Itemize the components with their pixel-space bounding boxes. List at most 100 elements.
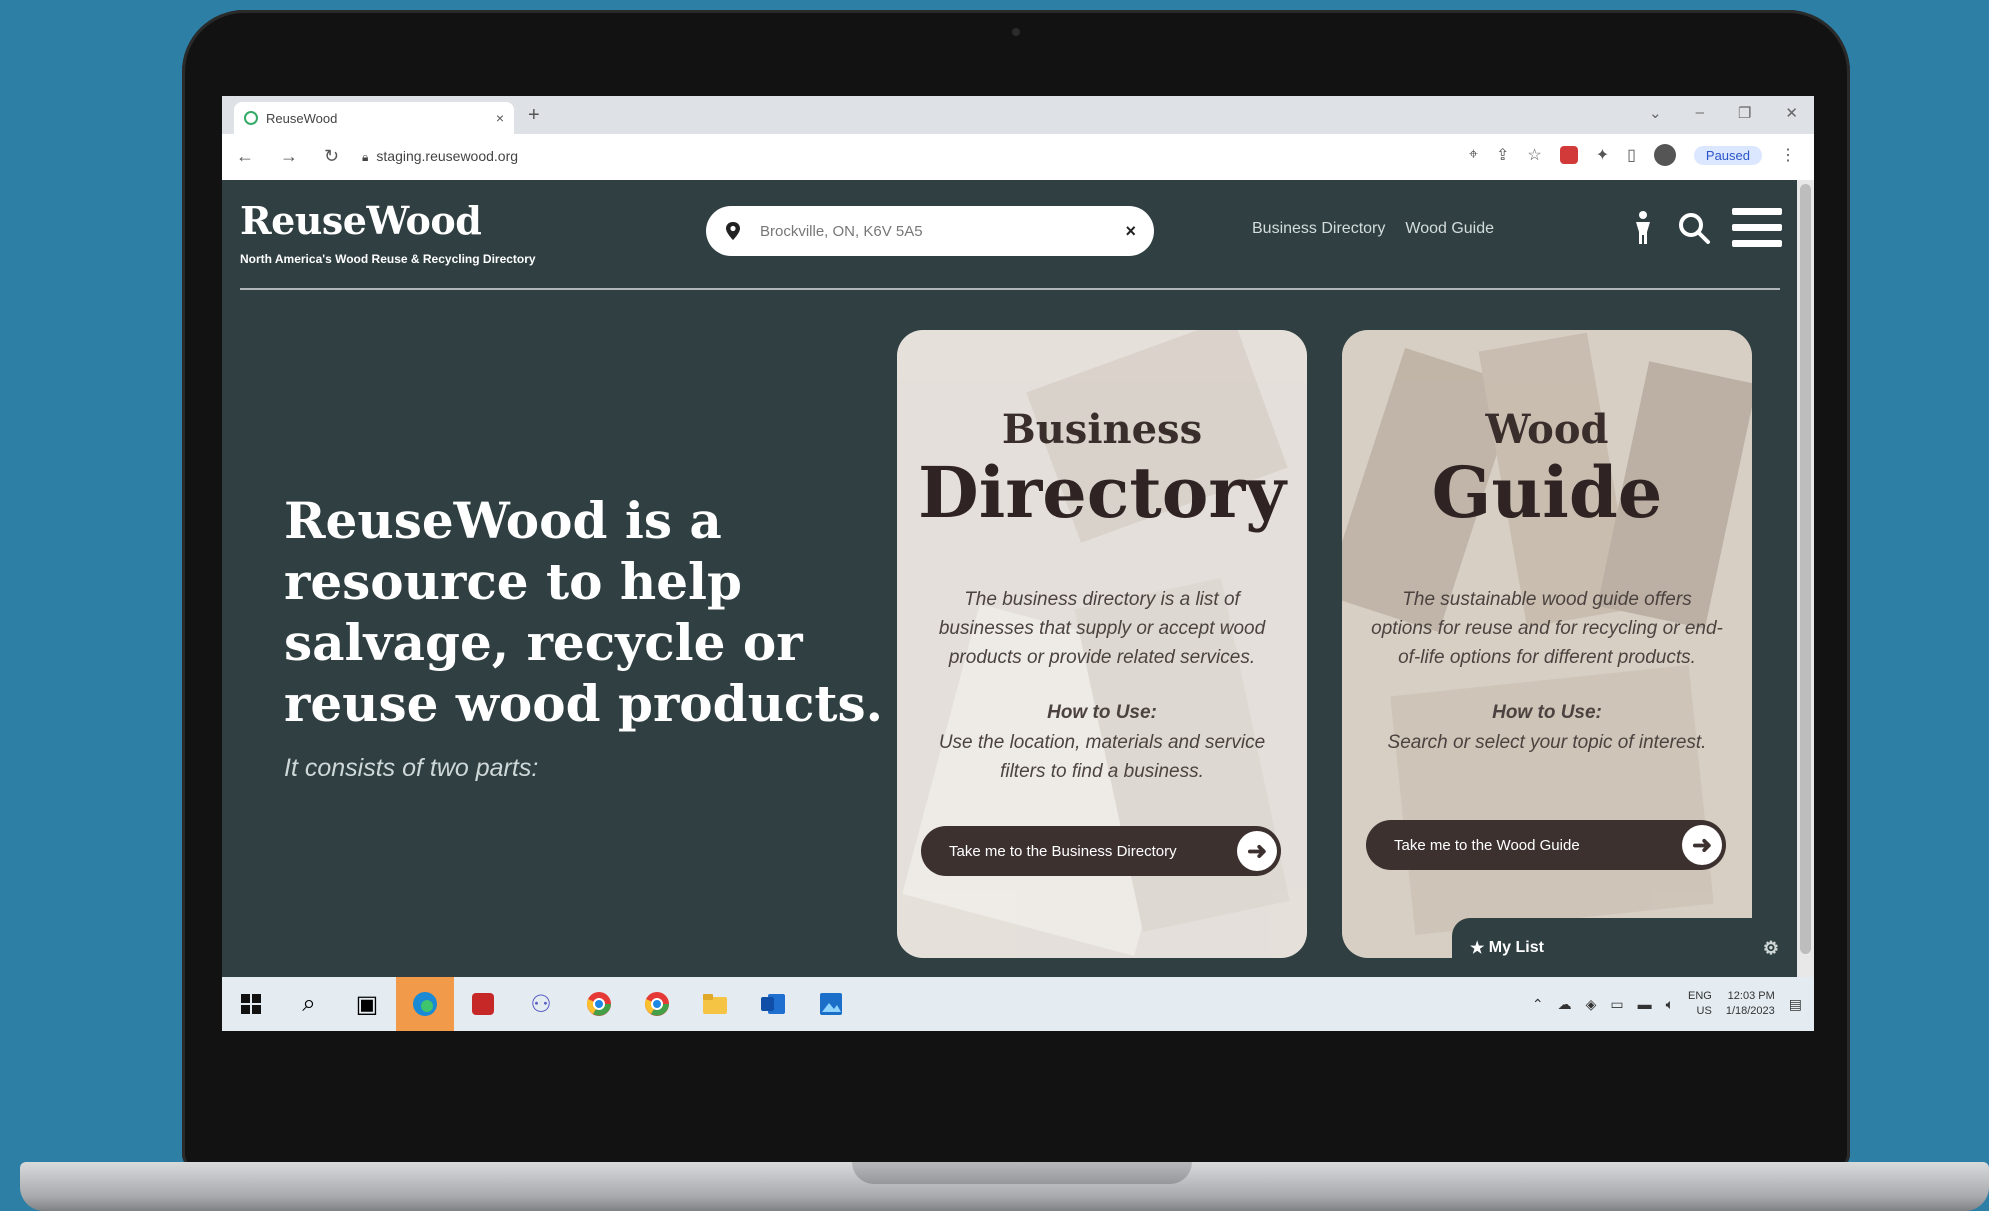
hero-heading: ReuseWood is a resource to help salvage,…: [284, 491, 884, 733]
sidebar-icon[interactable]: ▯: [1627, 145, 1636, 165]
site-tagline: North America's Wood Reuse & Recycling D…: [240, 252, 536, 266]
button-label: Take me to the Wood Guide: [1394, 836, 1580, 854]
search-icon[interactable]: [1676, 210, 1712, 246]
time-text: 12:03 PM: [1727, 990, 1775, 1002]
teams-icon[interactable]: ⚇: [512, 977, 570, 1031]
card-howto-text: Search or select your topic of interest.: [1387, 732, 1707, 753]
scrollbar-thumb[interactable]: [1800, 184, 1811, 954]
lock-icon: 🔒︎: [362, 150, 369, 164]
minimize-button[interactable]: –: [1696, 104, 1704, 122]
puzzle-icon[interactable]: ✦: [1596, 145, 1609, 165]
header-divider: [240, 288, 1780, 290]
task-view-icon[interactable]: ▣: [338, 977, 396, 1031]
battery-icon[interactable]: ▬: [1638, 996, 1652, 1012]
menu-kebab-icon[interactable]: ⋮: [1780, 145, 1796, 165]
website: ReuseWood North America's Wood Reuse & R…: [222, 180, 1797, 977]
card-howto-heading: How to Use:: [1047, 702, 1157, 723]
language-text: ENG: [1687, 990, 1712, 1002]
clock[interactable]: 12:03 PM 1/18/2023: [1726, 989, 1775, 1019]
laptop-notch: [852, 1162, 1192, 1184]
language-indicator[interactable]: ENG US: [1688, 989, 1712, 1019]
gear-icon[interactable]: ⚙: [1763, 938, 1779, 959]
card-small-title: Business: [1001, 406, 1203, 453]
taskbar-search-icon[interactable]: ⌕: [280, 977, 338, 1031]
nav-business-directory[interactable]: Business Directory: [1252, 220, 1385, 238]
chevron-up-icon[interactable]: ⌃: [1532, 996, 1544, 1013]
forward-arrow-icon[interactable]: →: [280, 146, 298, 167]
display-icon[interactable]: ▭: [1610, 996, 1623, 1013]
page-scrollbar[interactable]: [1797, 180, 1814, 977]
location-search: ×: [706, 206, 1154, 256]
notification-icon[interactable]: ▤: [1789, 996, 1802, 1013]
card-description: The sustainable wood guide offers option…: [1371, 589, 1723, 668]
location-search-input[interactable]: [758, 221, 1126, 241]
chrome-profile-2-icon[interactable]: [628, 977, 686, 1031]
browser-tab[interactable]: ReuseWood ×: [234, 102, 514, 134]
new-tab-button[interactable]: +: [528, 104, 540, 127]
button-label: Take me to the Business Directory: [949, 842, 1177, 860]
wood-guide-button[interactable]: Take me to the Wood Guide ➜: [1366, 820, 1726, 870]
share-icon[interactable]: ⇪: [1496, 145, 1509, 165]
bookmark-star-icon[interactable]: ☆: [1527, 145, 1541, 165]
restore-button[interactable]: ❐: [1738, 104, 1751, 122]
outlook-icon[interactable]: [744, 977, 802, 1031]
map-pin-icon: [726, 222, 740, 240]
window-controls: ⌄ – ❐ ✕: [1649, 104, 1798, 122]
hamburger-menu-icon[interactable]: [1732, 206, 1782, 250]
browser-extensions: ⌖ ⇪ ☆ ✦ ▯ Paused ⋮: [1469, 144, 1796, 166]
webcam: [1012, 28, 1020, 36]
hero-subheading: It consists of two parts:: [284, 754, 539, 782]
profile-avatar[interactable]: [1653, 144, 1676, 166]
tab-close-icon[interactable]: ×: [496, 110, 504, 126]
red-app-icon[interactable]: [454, 977, 512, 1031]
business-directory-button[interactable]: Take me to the Business Directory ➜: [921, 826, 1281, 876]
header-icons: [1630, 206, 1782, 250]
security-icon[interactable]: ◈: [1586, 996, 1597, 1013]
photos-icon[interactable]: [802, 977, 860, 1031]
file-explorer-icon[interactable]: [686, 977, 744, 1031]
site-favicon-icon: [244, 111, 258, 125]
url-text: staging.reusewood.org: [376, 148, 519, 164]
volume-icon[interactable]: 🔈︎: [1666, 996, 1674, 1013]
chrome-profile-1-icon[interactable]: [570, 977, 628, 1031]
browser-nav: ← → ↻: [236, 146, 339, 167]
address-bar: ← → ↻ 🔒︎ staging.reusewood.org ⌖ ⇪ ☆ ✦ ▯ …: [222, 134, 1814, 181]
system-tray: ⌃ ☁ ◈ ▭ ▬ 🔈︎ ENG US 12:03 PM 1/18/2023 ▤: [1532, 989, 1814, 1019]
taskbar-apps: ⌕ ▣ ⚇: [222, 977, 860, 1031]
star-icon: ★: [1470, 940, 1489, 957]
profile-status[interactable]: Paused: [1693, 145, 1762, 165]
back-arrow-icon[interactable]: ←: [236, 146, 254, 167]
tab-search-icon[interactable]: ⌄: [1649, 104, 1662, 122]
accessibility-icon[interactable]: [1630, 210, 1656, 246]
my-list-label: My List: [1488, 939, 1544, 956]
card-howto-heading: How to Use:: [1492, 702, 1602, 723]
my-list-panel[interactable]: ★ My List ⚙: [1452, 918, 1797, 977]
clear-search-icon[interactable]: ×: [1125, 221, 1136, 242]
arrow-right-icon: ➜: [1237, 831, 1277, 871]
wood-guide-card: Wood Guide The sustainable wood guide of…: [1342, 330, 1752, 958]
region-text: US: [1696, 1005, 1712, 1017]
windows-start-icon[interactable]: [222, 977, 280, 1031]
reload-icon[interactable]: ↻: [324, 146, 339, 167]
card-howto-text: Use the location, materials and service …: [938, 732, 1266, 782]
location-icon[interactable]: ⌖: [1469, 146, 1478, 164]
close-window-button[interactable]: ✕: [1785, 104, 1798, 122]
extension-icon[interactable]: [1559, 146, 1578, 164]
card-big-title: Guide: [1431, 451, 1663, 534]
site-logo[interactable]: ReuseWood: [240, 198, 482, 243]
screen: ReuseWood × + ⌄ – ❐ ✕ ← → ↻ 🔒︎ staging.re…: [222, 96, 1814, 1031]
nav-wood-guide[interactable]: Wood Guide: [1405, 220, 1494, 238]
cloud-icon[interactable]: ☁: [1558, 996, 1572, 1013]
tab-title: ReuseWood: [266, 110, 338, 126]
edge-browser-icon[interactable]: [396, 977, 454, 1031]
card-description: The business directory is a list of busi…: [938, 589, 1266, 668]
browser-tab-bar: ReuseWood × + ⌄ – ❐ ✕: [222, 96, 1814, 134]
url-field[interactable]: 🔒︎ staging.reusewood.org: [362, 148, 518, 165]
top-nav: Business Directory Wood Guide: [1252, 220, 1494, 238]
arrow-right-icon: ➜: [1682, 825, 1722, 865]
card-big-title: Directory: [918, 451, 1286, 534]
card-small-title: Wood: [1485, 406, 1609, 453]
date-text: 1/18/2023: [1725, 1005, 1775, 1017]
business-directory-card: Business Directory The business director…: [897, 330, 1307, 958]
taskbar: ⌕ ▣ ⚇ ⌃ ☁ ◈ ▭ ▬ 🔈︎ ENG US 12:03 PM 1/18/…: [222, 977, 1814, 1031]
